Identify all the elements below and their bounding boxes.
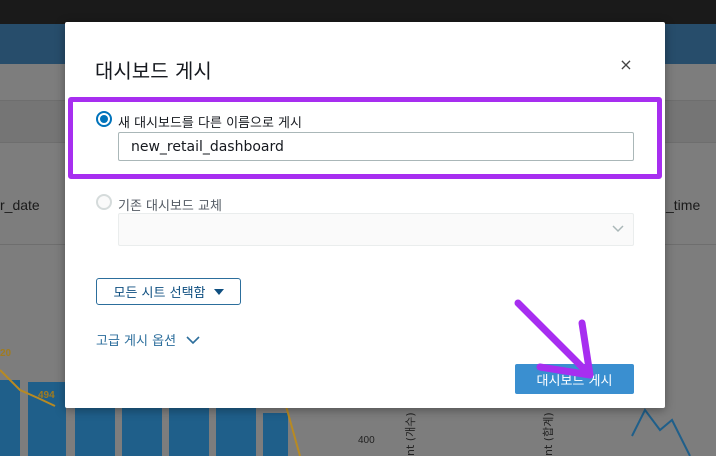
dashboard-name-input[interactable] [118,132,634,161]
publish-dashboard-dialog: 대시보드 게시 × 새 대시보드를 다른 이름으로 게시 기존 대시보드 교체 … [65,22,665,408]
chevron-down-icon [612,225,624,233]
radio-replace-existing[interactable] [96,194,112,210]
select-sheets-label: 모든 시트 선택함 [113,286,206,301]
advanced-publish-options-label: 고급 게시 옵션 [96,334,177,349]
close-icon[interactable]: × [617,56,635,74]
annotation-arrow-icon [514,299,594,379]
option-replace-existing-label: 기존 대시보드 교체 [118,199,222,214]
radio-publish-new[interactable] [96,111,112,127]
select-sheets-button[interactable]: 모든 시트 선택함 [96,278,241,305]
option-publish-new-label: 새 대시보드를 다른 이름으로 게시 [118,116,302,131]
caret-down-icon [213,288,224,295]
dialog-title: 대시보드 게시 [95,59,212,83]
existing-dashboard-select[interactable] [118,213,634,246]
background-column-label-left: r_date [0,197,40,213]
background-column-label-right: _time [666,197,701,213]
chevron-down-icon [186,335,200,344]
top-bar [0,0,716,24]
advanced-publish-options-toggle[interactable]: 고급 게시 옵션 [96,330,200,349]
